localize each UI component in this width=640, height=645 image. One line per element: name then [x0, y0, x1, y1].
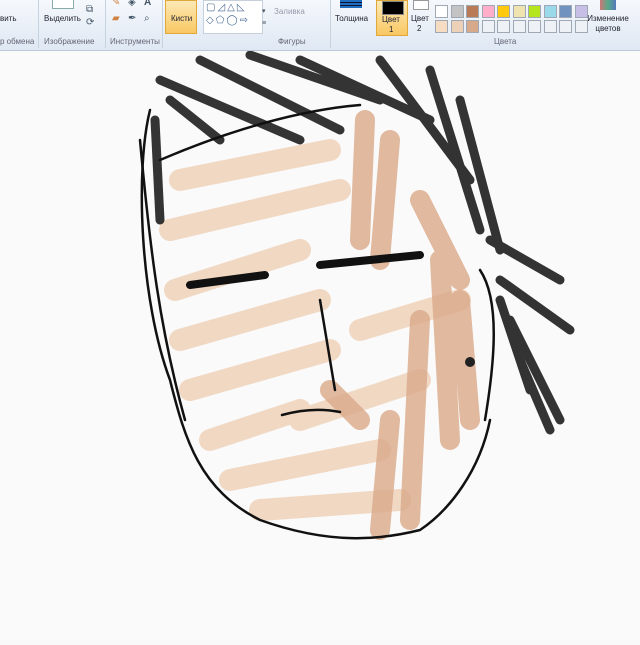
pencil-icon[interactable]: ✎	[112, 0, 120, 9]
tools-group-label: Инструменты	[110, 37, 160, 46]
size-icon	[340, 0, 362, 8]
palette-swatch[interactable]	[528, 5, 541, 18]
palette-swatch[interactable]	[512, 20, 526, 33]
colors-group-label: Цвета	[494, 37, 517, 46]
drawing-canvas[interactable]	[0, 50, 640, 640]
shapes-icons[interactable]: ▢◿△◺ ◇⬠◯⇨	[206, 2, 250, 26]
palette-swatch[interactable]	[512, 5, 526, 18]
rotate-icon[interactable]: ⟳	[86, 17, 94, 29]
image-group-label: Изображение	[44, 37, 95, 46]
paste-button[interactable]: вить	[0, 14, 17, 23]
palette-swatch[interactable]	[543, 20, 557, 33]
separator	[162, 0, 163, 48]
palette-swatch[interactable]	[574, 20, 588, 33]
select-icon	[52, 0, 74, 9]
palette-swatch[interactable]	[528, 20, 541, 33]
select-button[interactable]: Выделить	[44, 14, 81, 23]
palette-swatch[interactable]	[543, 5, 557, 18]
color2-swatch	[413, 0, 429, 10]
magnifier-icon[interactable]: ⌕	[144, 13, 150, 25]
edit-colors-button[interactable]: Изменение цветов	[587, 14, 629, 34]
palette-swatch[interactable]	[497, 5, 510, 18]
palette-swatch[interactable]	[450, 5, 464, 18]
fill-icon[interactable]: ◈	[128, 0, 136, 9]
color-picker-icon[interactable]: ✒	[128, 13, 136, 25]
separator	[38, 0, 39, 48]
crop-icon[interactable]: ⧉	[86, 4, 93, 16]
eraser-icon[interactable]: ▰	[112, 13, 120, 25]
brushes-label: Кисти	[171, 14, 193, 23]
separator	[105, 0, 106, 48]
color1-num: 1	[389, 25, 394, 34]
color1-swatch	[382, 1, 404, 15]
shapes-gallery[interactable]: ▢◿△◺ ◇⬠◯⇨	[203, 0, 263, 34]
brushes-button[interactable]: Кисти	[165, 0, 197, 34]
color2-num: 2	[417, 24, 422, 33]
color2-label: Цвет	[411, 14, 429, 23]
shapes-group-label: Фигуры	[278, 37, 306, 46]
palette-swatch[interactable]	[450, 20, 464, 33]
palette-swatch[interactable]	[435, 20, 448, 33]
palette-swatch[interactable]	[466, 20, 479, 33]
fill-button[interactable]: Заливка	[274, 7, 305, 16]
color1-label: Цвет	[382, 15, 400, 24]
face-drawing	[138, 50, 575, 540]
text-icon[interactable]: A	[144, 0, 151, 9]
earring	[465, 357, 475, 367]
clipboard-group-label: р обмена	[0, 37, 35, 46]
palette-swatch[interactable]	[559, 5, 572, 18]
palette-swatch[interactable]	[481, 20, 495, 33]
color1-button[interactable]: Цвет 1	[376, 0, 408, 36]
palette-swatch[interactable]	[574, 5, 588, 18]
ribbon: вить р обмена Выделить ⧉ ⟳ Изображение ✎…	[0, 0, 640, 51]
size-button[interactable]: Толщина	[335, 14, 368, 23]
palette-swatch[interactable]	[497, 20, 510, 33]
palette-swatch[interactable]	[466, 5, 479, 18]
palette-swatch[interactable]	[481, 5, 495, 18]
edit-colors-icon	[600, 0, 616, 10]
palette-swatch[interactable]	[559, 20, 572, 33]
palette-swatch[interactable]	[435, 5, 448, 18]
shapes-scroll[interactable]: ▾ ≡	[262, 6, 266, 30]
separator	[330, 0, 331, 48]
